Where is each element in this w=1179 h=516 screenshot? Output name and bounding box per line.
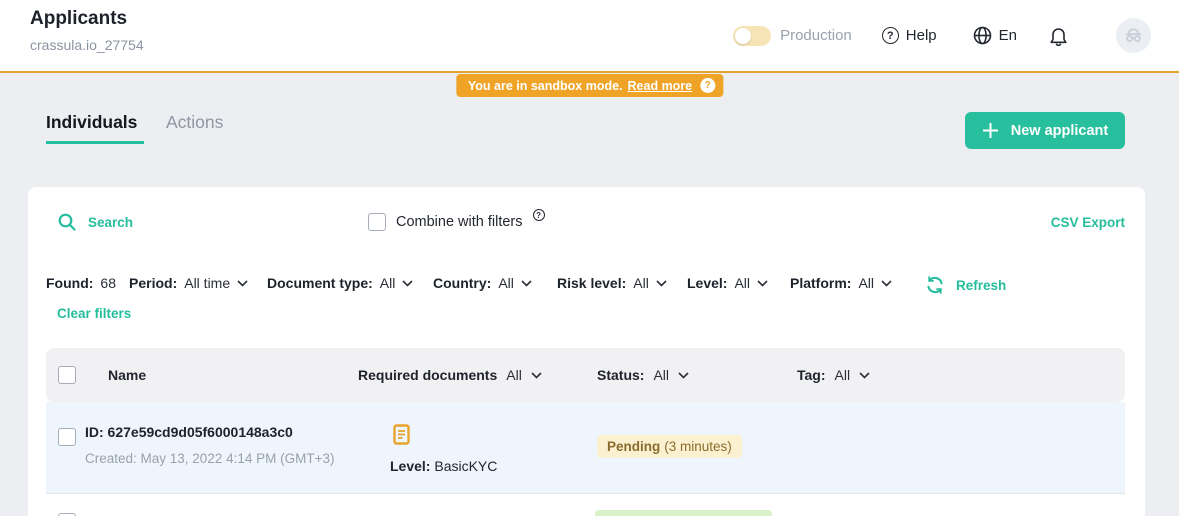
column-name: Name <box>108 367 146 383</box>
checkbox-icon[interactable] <box>368 213 386 231</box>
page-subtitle: crassula.io_27754 <box>30 37 144 53</box>
table-row-partial[interactable] <box>46 494 1125 516</box>
filter-platform[interactable]: Platform: All <box>790 275 892 291</box>
filter-document-type[interactable]: Document type: All <box>267 275 413 291</box>
tab-actions[interactable]: Actions <box>166 112 223 133</box>
chevron-down-icon <box>859 372 870 379</box>
refresh-icon <box>925 275 945 295</box>
clear-filters-link[interactable]: Clear filters <box>57 306 131 321</box>
new-applicant-button[interactable]: New applicant <box>965 112 1125 149</box>
table-row[interactable]: ID: 627e59cd9d05f6000148a3c0 Created: Ma… <box>46 402 1125 494</box>
column-required-documents-filter[interactable]: Required documents All <box>358 367 542 383</box>
column-tag-filter[interactable]: Tag: All <box>797 367 870 383</box>
chevron-down-icon <box>402 280 413 287</box>
toggle-track-icon[interactable] <box>733 26 771 46</box>
notifications-bell[interactable] <box>1049 26 1068 46</box>
avatar[interactable] <box>1116 18 1151 53</box>
active-tab-underline <box>46 141 144 144</box>
banner-help-icon[interactable]: ? <box>700 78 715 93</box>
applicants-page: Applicants crassula.io_27754 Production … <box>0 0 1179 516</box>
table-header: Name Required documents All Status: All … <box>46 348 1125 402</box>
filters-row: Found: 68 Period: All time Document type… <box>28 275 1145 297</box>
filter-country[interactable]: Country: All <box>433 275 532 291</box>
search-label: Search <box>88 215 133 230</box>
applicant-id: ID: 627e59cd9d05f6000148a3c0 <box>85 424 293 440</box>
refresh-label: Refresh <box>956 278 1006 293</box>
select-all-checkbox[interactable] <box>58 366 76 384</box>
status-badge: Pending (3 minutes) <box>597 435 742 458</box>
combine-with-filters-checkbox[interactable]: Combine with filters ? <box>368 213 545 232</box>
bell-icon <box>1049 26 1068 46</box>
anonymous-user-icon <box>1124 28 1143 43</box>
chevron-down-icon <box>656 280 667 287</box>
filter-period[interactable]: Period: All time <box>129 275 248 291</box>
chevron-down-icon <box>881 280 892 287</box>
chevron-down-icon <box>237 280 248 287</box>
combine-help-icon[interactable]: ? <box>533 209 545 221</box>
found-value: 68 <box>100 275 116 291</box>
row-checkbox[interactable] <box>58 428 76 446</box>
help-label: Help <box>906 27 937 44</box>
language-selector[interactable]: En <box>973 26 1017 45</box>
chevron-down-icon <box>678 372 689 379</box>
help-icon: ? <box>882 27 899 44</box>
app-header: Applicants crassula.io_27754 Production … <box>0 0 1179 73</box>
production-label: Production <box>780 27 852 44</box>
help-button[interactable]: ? Help <box>882 27 937 44</box>
production-toggle[interactable]: Production <box>733 26 852 46</box>
language-label: En <box>999 27 1017 44</box>
filter-risk-level[interactable]: Risk level: All <box>557 275 667 291</box>
refresh-button[interactable]: Refresh <box>925 275 1006 295</box>
applicants-card: Search Combine with filters ? CSV Export… <box>28 187 1145 516</box>
applicant-created: Created: May 13, 2022 4:14 PM (GMT+3) <box>85 451 335 466</box>
combine-with-filters-label: Combine with filters <box>396 213 523 232</box>
found-count: Found: 68 <box>46 275 116 291</box>
chevron-down-icon <box>521 280 532 287</box>
search-button[interactable]: Search <box>58 213 133 231</box>
page-title: Applicants <box>30 8 127 30</box>
header-actions: Production ? Help En <box>733 0 1151 71</box>
globe-icon <box>973 26 992 45</box>
csv-export-link[interactable]: CSV Export <box>1051 215 1125 230</box>
applicant-level: Level: BasicKYC <box>390 458 497 474</box>
document-icon <box>393 424 410 445</box>
sandbox-banner: You are in sandbox mode. Read more ? <box>456 74 723 97</box>
tab-individuals[interactable]: Individuals <box>46 112 137 133</box>
search-icon <box>58 213 76 231</box>
chevron-down-icon <box>757 280 768 287</box>
filter-level[interactable]: Level: All <box>687 275 768 291</box>
column-status-filter[interactable]: Status: All <box>597 367 689 383</box>
plus-icon <box>982 122 999 139</box>
status-badge-approved <box>595 510 772 516</box>
chevron-down-icon <box>531 372 542 379</box>
sandbox-banner-text: You are in sandbox mode. <box>468 79 623 93</box>
read-more-link[interactable]: Read more <box>628 79 693 93</box>
new-applicant-label: New applicant <box>1011 123 1109 139</box>
